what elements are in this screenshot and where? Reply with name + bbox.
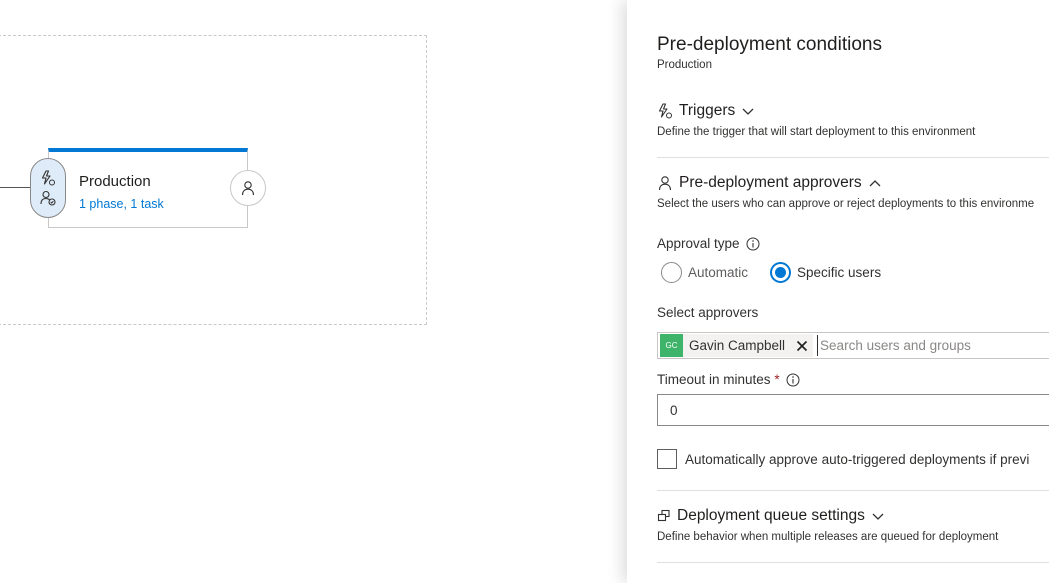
radio-specific-users-label[interactable]: Specific users	[797, 265, 881, 280]
pipeline-canvas: Production 1 phase, 1 task	[0, 0, 627, 583]
approver-name: Gavin Campbell	[689, 338, 786, 353]
chevron-up-icon	[868, 176, 882, 190]
approval-type-text: Approval type	[657, 236, 740, 251]
avatar: GC	[660, 334, 683, 357]
approver-chip[interactable]: GC Gavin Campbell	[660, 334, 814, 357]
auto-approve-checkbox[interactable]	[657, 449, 677, 469]
auto-approve-checkbox-row[interactable]: Automatically approve auto-triggered dep…	[657, 449, 1029, 469]
timeout-label-text: Timeout in minutes *	[657, 372, 780, 387]
environment-summary-link[interactable]: 1 phase, 1 task	[79, 197, 164, 211]
section-divider	[657, 157, 1049, 158]
timeout-input[interactable]	[657, 394, 1049, 426]
stage-connector	[0, 187, 30, 188]
panel-title: Pre-deployment conditions	[657, 34, 882, 55]
auto-approve-label: Automatically approve auto-triggered dep…	[685, 451, 1030, 467]
triggers-description: Define the trigger that will start deplo…	[657, 126, 976, 138]
search-users-input[interactable]	[817, 335, 1038, 356]
approvers-section-toggle[interactable]: Pre-deployment approvers	[657, 174, 882, 192]
radio-specific-users[interactable]	[770, 262, 792, 283]
panel-subtitle: Production	[657, 59, 712, 71]
chevron-down-icon	[871, 509, 885, 523]
person-icon	[657, 175, 673, 191]
approver-icon	[40, 190, 56, 206]
trigger-lightning-icon	[657, 103, 673, 119]
approval-type-radio-group: Automatic Specific users	[661, 262, 881, 283]
queue-section-toggle[interactable]: Deployment queue settings	[657, 507, 885, 525]
lightning-icon	[40, 170, 56, 186]
select-approvers-label: Select approvers	[657, 305, 759, 320]
environment-card-production[interactable]: Production 1 phase, 1 task	[48, 148, 248, 228]
pre-deployment-conditions-panel: Pre-deployment conditions Production Tri…	[627, 0, 1049, 583]
queue-description: Define behavior when multiple releases a…	[657, 531, 999, 543]
approvers-title: Pre-deployment approvers	[679, 174, 862, 191]
queue-stack-icon	[657, 509, 671, 523]
section-divider	[657, 562, 1049, 563]
timeout-text: Timeout in minutes	[657, 372, 771, 387]
pre-deployment-conditions-button[interactable]	[30, 158, 66, 218]
triggers-section-toggle[interactable]: Triggers	[657, 102, 755, 120]
chevron-down-icon	[741, 104, 755, 118]
timeout-label: Timeout in minutes *	[657, 372, 800, 387]
radio-automatic[interactable]	[661, 262, 682, 283]
close-icon[interactable]	[791, 334, 813, 357]
post-deployment-conditions-button[interactable]	[230, 170, 266, 206]
required-marker: *	[774, 372, 780, 387]
approvers-description: Select the users who can approve or reje…	[657, 198, 1035, 210]
approval-type-label: Approval type	[657, 236, 760, 251]
environment-name: Production	[79, 173, 151, 190]
section-divider	[657, 490, 1049, 491]
approvers-picker[interactable]: GC Gavin Campbell	[657, 332, 1049, 359]
info-icon[interactable]	[746, 237, 760, 251]
person-icon	[240, 180, 256, 196]
triggers-title: Triggers	[679, 102, 736, 119]
radio-automatic-label[interactable]: Automatic	[688, 265, 748, 280]
queue-title: Deployment queue settings	[677, 507, 865, 524]
info-icon[interactable]	[786, 373, 800, 387]
